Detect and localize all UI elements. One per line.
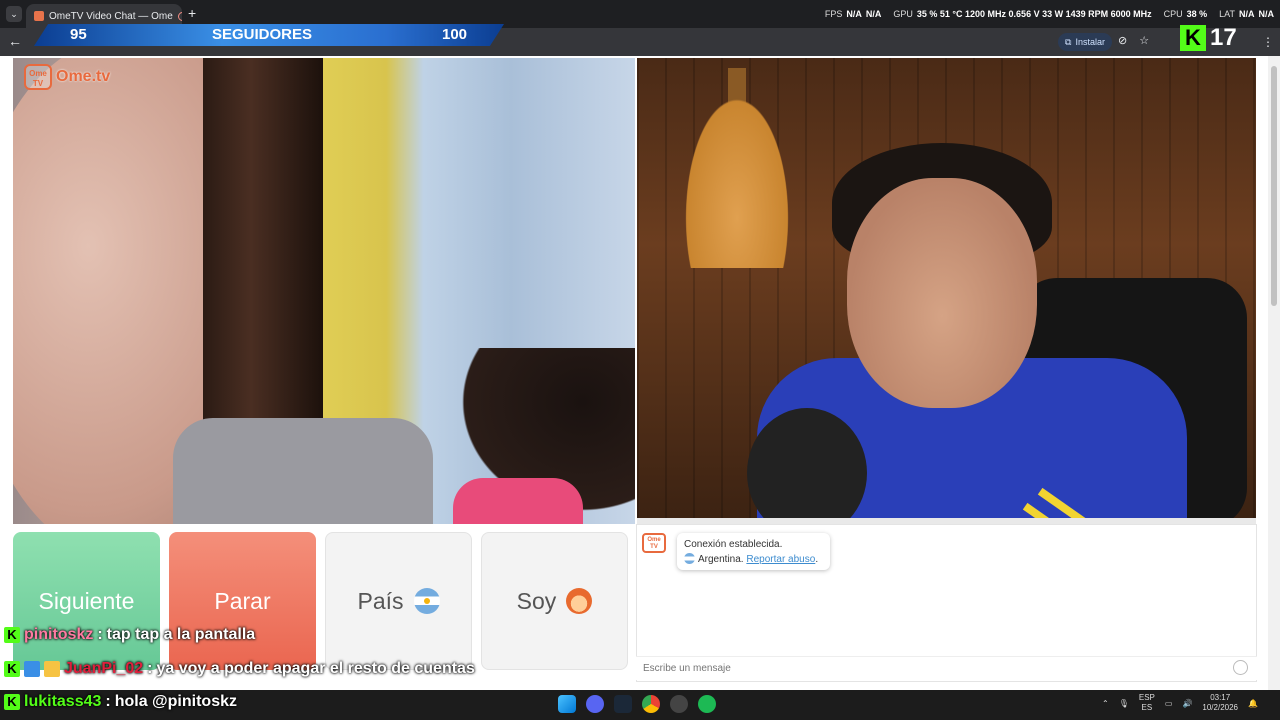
ometv-chat-logo-icon: Ome TV (642, 533, 666, 553)
lat-value: N/A (1239, 9, 1255, 19)
ometv-tv-icon: Ome TV (24, 64, 52, 90)
system-message: Conexión establecida. Argentina. Reporta… (677, 533, 830, 570)
page-scrollbar[interactable] (1268, 56, 1280, 690)
clock-date: 10/2/2026 (1202, 703, 1238, 712)
follower-current: 95 (70, 26, 87, 43)
chat-text: ya voy a poder apagar el resto de cuenta… (156, 660, 475, 677)
report-suffix: . (815, 554, 819, 565)
recording-icon (177, 11, 182, 21)
second-person-shirt (453, 478, 583, 524)
spotify-icon[interactable] (698, 695, 716, 713)
browser-menu-icon[interactable]: ⋮ (1262, 35, 1274, 49)
language-indicator[interactable]: ESP ES (1139, 693, 1155, 713)
chat-username: JuanPi_02 (64, 660, 144, 677)
fps-value: N/A (846, 9, 862, 19)
kick-badge-icon: K (4, 627, 20, 643)
tray-overflow-icon[interactable]: ⌃ (1102, 699, 1109, 708)
follower-goal-bar: 95 SEGUIDORES 100 (34, 24, 504, 46)
gpu-label: GPU (893, 9, 913, 19)
ometv-logo: Ome TV Ome.tv (24, 64, 110, 90)
steam-icon[interactable] (614, 695, 632, 713)
tab-search-button[interactable]: ⌄ (6, 6, 22, 22)
discord-icon[interactable] (586, 695, 604, 713)
language-code: ESP (1138, 693, 1155, 702)
crown-badge-icon (44, 661, 60, 677)
stream-chat-message: K pinitoskz : tap tap a la pantalla (4, 626, 255, 644)
country-filter-button[interactable]: País (325, 532, 472, 670)
kick-badge-icon: K (4, 661, 20, 677)
volume-icon[interactable]: 🔊 (1182, 699, 1192, 708)
next-label: Siguiente (38, 587, 135, 614)
chat-text: tap tap a la pantalla (106, 626, 256, 643)
scrollbar-thumb[interactable] (1271, 66, 1277, 306)
ometv-favicon-icon (34, 11, 44, 21)
next-button[interactable]: Siguiente (13, 532, 160, 670)
kick-logo-icon: K (1180, 25, 1206, 51)
guitar (672, 68, 802, 268)
tab-title: OmeTV Video Chat — Ome (49, 10, 173, 22)
subscriber-badge-icon (24, 661, 40, 677)
address-bar-icons: ⊘ ☆ (1118, 34, 1149, 47)
back-arrow-icon[interactable]: ← (8, 33, 22, 49)
chat-username: lukitass43 (24, 693, 102, 710)
lat-label: LAT (1219, 9, 1235, 19)
kick-viewer-badge: K 17 (1180, 24, 1237, 52)
chat-separator: : (105, 693, 111, 710)
stranger-video (13, 58, 635, 524)
system-tray: ⌃ 🎙 ESP ES ▭ 🔊 03:17 10/2/2026 🔔 (1102, 693, 1258, 713)
install-label: Instalar (1075, 37, 1105, 47)
microphone-icon[interactable]: 🎙 (1119, 699, 1129, 708)
notification-icon[interactable]: 🔔 (1248, 699, 1258, 708)
streamer-face (847, 178, 1037, 408)
me-label: Soy (516, 587, 557, 614)
gpu-values: 35 % 51 °C 1200 MHz 0.656 V 33 W 1439 RP… (916, 9, 1152, 19)
cpu-label: CPU (1163, 9, 1183, 19)
bookmark-star-icon[interactable]: ☆ (1139, 34, 1149, 47)
country-label: País (357, 587, 404, 614)
follower-goal-label: SEGUIDORES (212, 26, 313, 43)
chrome-icon[interactable] (642, 695, 660, 713)
connection-status: Conexión establecida. (684, 539, 783, 550)
install-app-button[interactable]: ⧉ Instalar (1058, 33, 1112, 51)
performance-overlay: FPS N/A N/A GPU 35 % 51 °C 1200 MHz 0.65… (817, 6, 1274, 22)
chat-username: pinitoskz (24, 626, 94, 643)
stop-button[interactable]: Parar (169, 532, 316, 670)
follower-goal-target: 100 (442, 26, 468, 43)
argentina-flag-icon (413, 588, 440, 614)
network-icon[interactable]: ▭ (1165, 699, 1173, 708)
keyboard-layout: ES (1141, 703, 1153, 712)
chat-separator: : (97, 626, 103, 643)
cpu-value: 38 % (1186, 9, 1208, 19)
eye-off-icon[interactable]: ⊘ (1118, 34, 1127, 47)
partner-country-line: Argentina. Reportar abuso. (684, 552, 823, 567)
stop-label: Parar (214, 587, 271, 614)
fps-label: FPS (824, 9, 843, 19)
partner-country: Argentina. (698, 554, 744, 565)
emoji-icon[interactable] (1233, 660, 1248, 675)
lat-value-2: N/A (1258, 9, 1275, 19)
windows-start-icon[interactable] (558, 695, 576, 713)
chat-separator: : (147, 660, 153, 677)
boy-avatar-icon (566, 588, 593, 614)
stream-chat-message: K lukitass43 : hola @pinitoskz (4, 693, 237, 711)
argentina-flag-small-icon (684, 553, 695, 564)
install-icon: ⧉ (1065, 36, 1072, 47)
kick-badge-icon: K (4, 694, 20, 710)
message-input[interactable] (636, 656, 1257, 680)
report-abuse-link[interactable]: Reportar abuso (746, 554, 815, 565)
gender-select-button[interactable]: Soy (481, 532, 628, 670)
stream-chat-message: K JuanPi_02 : ya voy a poder apagar el r… (4, 660, 475, 678)
clock-time: 03:17 (1210, 693, 1231, 702)
self-video (637, 58, 1256, 524)
app-icon[interactable] (670, 695, 688, 713)
ometv-wordmark: Ome.tv (56, 68, 111, 85)
fps-value-2: N/A (865, 9, 882, 19)
viewer-count: 17 (1210, 24, 1237, 51)
stranger-shirt (173, 418, 433, 524)
clock[interactable]: 03:17 10/2/2026 (1202, 693, 1238, 713)
chat-text: hola @pinitoskz (114, 693, 237, 710)
taskbar-apps (558, 695, 716, 713)
new-tab-button[interactable]: + (188, 5, 196, 21)
